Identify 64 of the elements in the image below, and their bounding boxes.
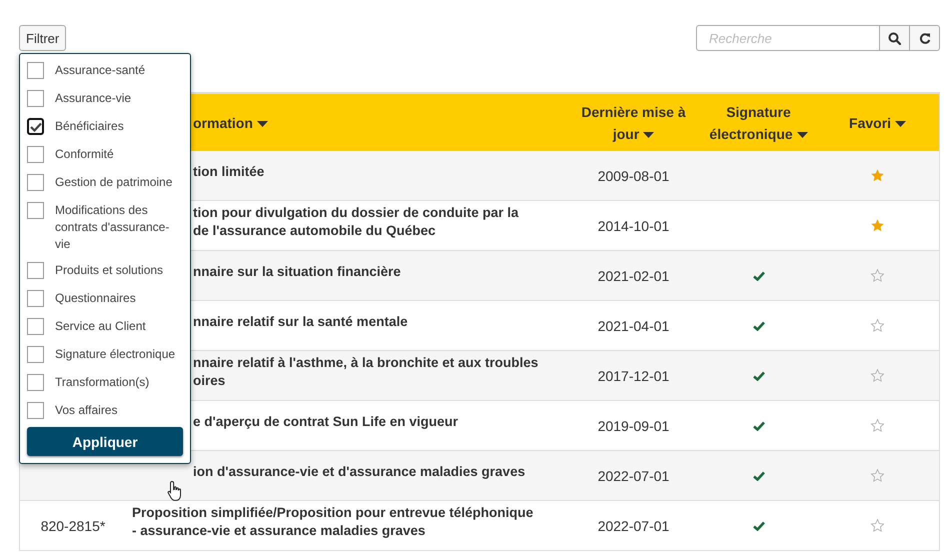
- date-text: 2014-10-01: [598, 218, 670, 234]
- filter-button[interactable]: Filtrer: [19, 25, 66, 51]
- checkbox[interactable]: [27, 290, 44, 307]
- checkbox[interactable]: [27, 146, 44, 163]
- filter-option-label[interactable]: Questionnaires: [55, 290, 136, 316]
- star-icon[interactable]: [870, 518, 885, 533]
- checkbox[interactable]: [27, 62, 44, 79]
- form-title[interactable]: ion d'assurance-vie et d'assurance maladies graves: [193, 462, 526, 480]
- star-icon[interactable]: [870, 468, 885, 483]
- refresh-icon: [918, 32, 930, 44]
- checkbox[interactable]: [27, 118, 44, 135]
- form-title[interactable]: Proposition simplifiée/Proposition pour entrevue téléphonique: [132, 504, 534, 522]
- form-title[interactable]: tion pour divulgation du dossier de conduite par la: [193, 204, 519, 222]
- checkbox[interactable]: [27, 374, 44, 391]
- form-title[interactable]: - assurance-vie et assurance maladies graves: [132, 522, 426, 540]
- checkbox[interactable]: [27, 402, 44, 419]
- checkmark-icon: [30, 122, 42, 132]
- search-icon: [888, 32, 901, 44]
- checkbox[interactable]: [27, 202, 44, 219]
- star-icon[interactable]: [870, 218, 885, 233]
- column-header[interactable]: Favori: [849, 112, 906, 134]
- search-field[interactable]: Recherche: [696, 25, 880, 51]
- apply-button[interactable]: Appliquer: [27, 427, 183, 456]
- filter-option-label[interactable]: Vos affaires: [55, 402, 118, 428]
- filter-option-label[interactable]: Assurance-vie: [55, 90, 132, 116]
- checkbox[interactable]: [27, 90, 44, 107]
- date-text: 2022-07-01: [598, 518, 670, 534]
- date-text: 2022-07-01: [598, 468, 670, 484]
- star-icon[interactable]: [870, 168, 885, 183]
- star-icon[interactable]: [870, 368, 885, 383]
- date-text: 2017-12-01: [598, 368, 670, 384]
- filter-option-label[interactable]: Gestion de patrimoine: [55, 174, 172, 200]
- filter-option-label[interactable]: Modifications des contrats d'assurance-vie: [55, 202, 183, 262]
- checkbox[interactable]: [27, 346, 44, 363]
- filter-option-label[interactable]: Transformation(s): [55, 374, 150, 400]
- filter-option-label[interactable]: Conformité: [55, 146, 114, 172]
- filter-option-label[interactable]: Produits et solutions: [55, 262, 164, 288]
- filter-option-label[interactable]: Signature électronique: [55, 346, 176, 372]
- form-title[interactable]: oires: [193, 372, 226, 390]
- column-header[interactable]: Dernière mise à jour: [574, 100, 694, 144]
- date-text: 2009-08-01: [598, 168, 670, 184]
- date-text: 2021-02-01: [598, 268, 670, 284]
- column-header[interactable]: Signature électronique: [704, 100, 814, 144]
- form-title[interactable]: nnaire sur la situation financière: [193, 262, 401, 280]
- date-text: 2021-04-01: [598, 318, 670, 334]
- form-title[interactable]: tion limitée: [193, 162, 264, 180]
- checkbox[interactable]: [27, 174, 44, 191]
- search-button[interactable]: [880, 25, 910, 51]
- checkbox[interactable]: [27, 262, 44, 279]
- date-text: 2019-09-01: [598, 418, 670, 434]
- form-title[interactable]: e d'aperçu de contrat Sun Life en vigueur: [193, 412, 458, 430]
- column-header[interactable]: ormation: [193, 112, 268, 134]
- filter-option-label[interactable]: Service au Client: [55, 318, 146, 344]
- star-icon[interactable]: [870, 418, 885, 433]
- form-number: 820-2815*: [40, 518, 106, 534]
- form-title[interactable]: nnaire relatif sur la santé mentale: [193, 312, 408, 330]
- form-title[interactable]: nnaire relatif à l'asthme, à la bronchite et aux troubles: [193, 354, 538, 372]
- filter-option-label[interactable]: Bénéficiaires: [55, 118, 124, 144]
- filter-option-label[interactable]: Assurance-santé: [55, 62, 146, 88]
- form-title[interactable]: de l'assurance automobile du Québec: [193, 222, 436, 240]
- refresh-button[interactable]: [910, 25, 940, 51]
- star-icon[interactable]: [870, 268, 885, 283]
- star-icon[interactable]: [870, 318, 885, 333]
- checkbox[interactable]: [27, 318, 44, 335]
